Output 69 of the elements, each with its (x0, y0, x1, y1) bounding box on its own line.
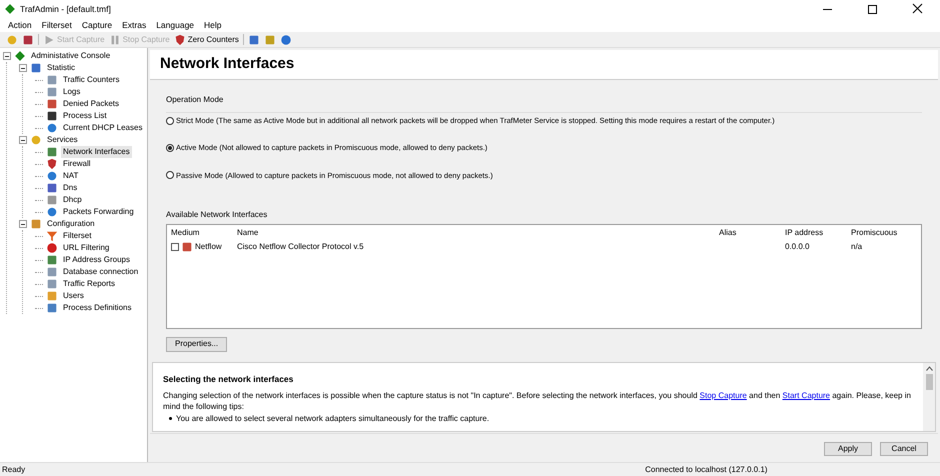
expander-icon[interactable] (19, 64, 27, 72)
tree-item[interactable]: Statistic (45, 62, 78, 74)
tree-item[interactable]: Packets Forwarding (61, 206, 136, 218)
tree-item[interactable]: Current DHCP Leases (61, 122, 144, 134)
tree-item[interactable]: Filterset (61, 230, 94, 242)
checkbox[interactable] (171, 242, 179, 251)
column-header[interactable]: Name (237, 226, 719, 239)
radio-button[interactable] (166, 144, 174, 152)
menu-item[interactable]: Help (204, 18, 222, 32)
tree-item[interactable]: Users (61, 290, 86, 302)
tree-item[interactable]: Firewall (61, 158, 93, 170)
funnel-icon (46, 230, 58, 242)
tree-item[interactable]: Denied Packets (61, 98, 122, 110)
radio-button[interactable] (166, 171, 174, 180)
stop-capture-link[interactable]: Stop Capture (700, 390, 747, 400)
column-header[interactable]: Alias (719, 226, 785, 239)
menu-item[interactable]: Capture (82, 18, 112, 32)
properties-button[interactable]: Properties... (166, 336, 228, 352)
tree-item[interactable]: Configuration (45, 218, 97, 230)
status-text: Ready (2, 464, 26, 476)
tree-item[interactable]: IP Address Groups (61, 254, 132, 266)
scroll-thumb[interactable] (926, 374, 932, 390)
table-cell-text: 0.0.0.0 (785, 240, 810, 253)
expander-icon[interactable] (19, 220, 27, 228)
tree-item[interactable]: Administative Console (29, 50, 112, 62)
help-title: Selecting the network interfaces (163, 372, 294, 386)
tree-item[interactable]: Traffic Reports (61, 278, 118, 290)
menu-item[interactable]: Action (8, 18, 32, 32)
diamond-icon (14, 50, 26, 62)
tree-item[interactable]: Process List (61, 110, 109, 122)
dialog-button[interactable]: Cancel (880, 442, 928, 456)
help-text: Changing selection of the network interfaces is possible when the capture status is not "In capture". Before selecting the network interfaces, you should Stop Capture and then Start Capture again. Please, keep in mind the following tips: (163, 390, 912, 412)
page-title: Network Interfaces (160, 54, 294, 74)
stop-icon (46, 242, 58, 254)
tree-item[interactable]: Process Definitions (61, 302, 134, 314)
tree-item[interactable]: Network Interfaces (61, 146, 132, 158)
table-cell: Netflow (195, 240, 222, 253)
start-capture-link[interactable]: Start Capture (782, 390, 830, 400)
group-label: Available Network Interfaces (166, 208, 268, 221)
column-header[interactable]: IP address (785, 226, 851, 239)
status-text: Connected to localhost (127.0.0.1) (645, 464, 768, 476)
tree-item[interactable]: Database connection (61, 266, 140, 278)
tree-item[interactable]: Dhcp (61, 194, 84, 206)
column-header[interactable]: Medium (171, 226, 237, 239)
tree-item[interactable]: Services (45, 134, 80, 146)
radio-button[interactable] (166, 116, 174, 125)
window-title: TrafAdmin - [default.tmf] (20, 2, 111, 16)
toolbar-button[interactable]: Zero Counters (174, 34, 239, 46)
menu-item[interactable]: Language (156, 18, 194, 32)
tree-item[interactable]: Traffic Counters (61, 74, 122, 86)
menu-item[interactable]: Extras (122, 18, 146, 32)
scroll-up-icon[interactable] (926, 366, 932, 371)
bullet-icon (169, 416, 172, 420)
column-header[interactable]: Promiscuous (851, 226, 917, 239)
table-cell-text: Cisco Netflow Collector Protocol v.5 (237, 240, 365, 253)
expander-icon[interactable] (19, 136, 27, 144)
tree-item[interactable]: URL Filtering (61, 242, 112, 254)
expander-icon[interactable] (3, 52, 11, 60)
shield-icon (46, 158, 58, 170)
table-cell-text: n/a (851, 240, 864, 253)
menu-item[interactable]: Filterset (42, 18, 72, 32)
dialog-button[interactable]: Apply (824, 442, 872, 456)
tree-item[interactable]: NAT (61, 170, 80, 182)
help-tip: You are allowed to select several network adapters simultaneously for the traffic capture. (176, 412, 490, 424)
group-label: Operation Mode (166, 94, 224, 106)
pause-icon (108, 34, 121, 46)
scrollbar[interactable] (923, 362, 935, 431)
tree-item[interactable]: Logs (61, 86, 82, 98)
tree-item[interactable]: Dns (61, 182, 80, 194)
